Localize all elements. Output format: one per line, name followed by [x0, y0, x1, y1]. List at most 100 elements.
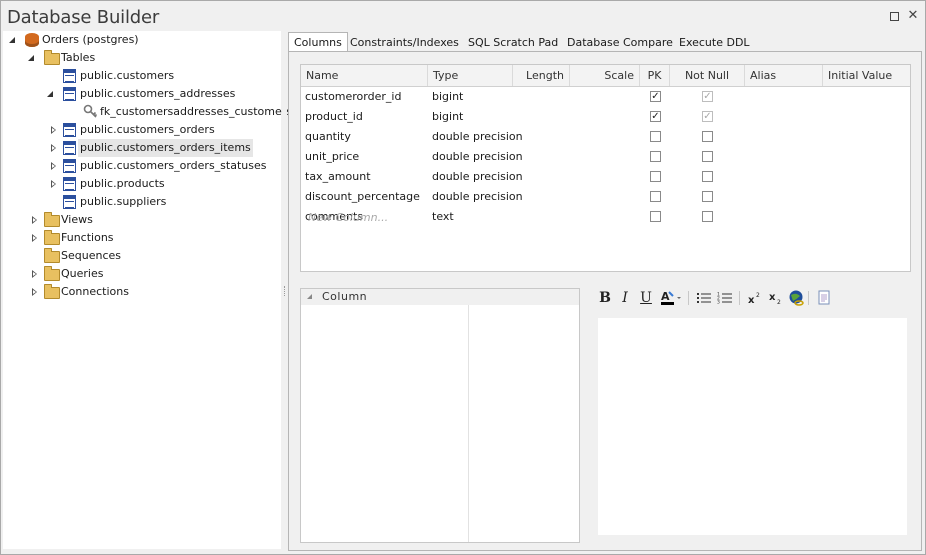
column-name-cell[interactable]: customerorder_id	[301, 87, 401, 107]
subscript-icon[interactable]: x2	[767, 289, 785, 307]
bullet-list-icon[interactable]	[695, 289, 713, 307]
column-type-cell[interactable]: double precision	[428, 187, 523, 207]
italic-icon[interactable]: I	[616, 289, 634, 307]
svg-text:2: 2	[756, 292, 760, 299]
new-column-placeholder[interactable]: New Column...	[308, 211, 388, 224]
column-properties-panel: Column	[300, 288, 580, 543]
column-type-cell[interactable]: bigint	[428, 107, 463, 127]
notes-text-area[interactable]	[598, 318, 907, 535]
bold-icon[interactable]: B	[596, 289, 614, 307]
numbered-list-icon[interactable]: 123	[716, 289, 734, 307]
tree-table-label: public.customers_orders_items	[78, 139, 253, 157]
superscript-icon[interactable]: x2	[746, 289, 764, 307]
not-null-checkbox[interactable]	[702, 191, 713, 202]
expand-icon[interactable]	[51, 144, 56, 152]
not-null-checkbox[interactable]: ✓	[702, 91, 713, 102]
columns-grid[interactable]: Name Type Length Scale PK Not Null Alias…	[300, 64, 911, 272]
pk-checkbox[interactable]: ✓	[650, 91, 661, 102]
column-name-cell[interactable]: quantity	[301, 127, 351, 147]
tab-columns[interactable]: Columns	[288, 32, 348, 53]
column-name-cell[interactable]: discount_percentage	[301, 187, 420, 207]
tree-table-label: public.products	[80, 177, 165, 190]
document-icon[interactable]	[815, 289, 833, 307]
col-header-length[interactable]: Length	[513, 65, 570, 86]
table-row[interactable]: unit_price double precision	[301, 147, 910, 167]
tab-execute-ddl[interactable]: Execute DDL	[674, 33, 755, 52]
col-header-alias[interactable]: Alias	[745, 65, 823, 86]
folder-icon	[44, 50, 60, 65]
not-null-checkbox[interactable]	[702, 131, 713, 142]
hyperlink-icon[interactable]	[787, 289, 805, 307]
right-panel: Columns Constraints/Indexes SQL Scratch …	[288, 31, 922, 551]
table-row[interactable]: discount_percentage double precision	[301, 187, 910, 207]
pk-checkbox[interactable]	[650, 211, 661, 222]
properties-section-title: Column	[322, 290, 368, 303]
table-icon	[63, 195, 76, 209]
not-null-checkbox[interactable]: ✓	[702, 111, 713, 122]
table-row[interactable]: tax_amount double precision	[301, 167, 910, 187]
column-name-cell[interactable]: unit_price	[301, 147, 359, 167]
column-type-cell[interactable]: double precision	[428, 167, 523, 187]
tab-sql-scratch-pad[interactable]: SQL Scratch Pad	[463, 33, 563, 52]
col-header-type[interactable]: Type	[428, 65, 513, 86]
expand-icon[interactable]	[51, 126, 56, 134]
folder-icon	[44, 248, 60, 263]
column-type-cell[interactable]: text	[428, 207, 454, 227]
col-header-name[interactable]: Name	[301, 65, 428, 86]
underline-icon[interactable]: U	[637, 289, 655, 307]
pk-checkbox[interactable]	[650, 131, 661, 142]
table-icon	[63, 177, 76, 191]
column-type-cell[interactable]: bigint	[428, 87, 463, 107]
column-name-cell[interactable]: product_id	[301, 107, 363, 127]
col-header-pk[interactable]: PK	[640, 65, 670, 86]
key-icon	[83, 104, 98, 118]
folder-icon	[44, 212, 60, 227]
database-tree[interactable]: Orders (postgres) Tables public.customer…	[3, 31, 292, 549]
properties-divider	[468, 305, 469, 542]
expand-icon[interactable]	[32, 216, 37, 224]
collapse-icon[interactable]	[307, 294, 312, 299]
splitter-grip[interactable]	[284, 286, 286, 296]
column-type-cell[interactable]: double precision	[428, 127, 523, 147]
not-null-checkbox[interactable]	[702, 211, 713, 222]
table-row[interactable]: quantity double precision	[301, 127, 910, 147]
svg-text:2: 2	[777, 299, 781, 306]
close-icon[interactable]: ✕	[907, 9, 919, 22]
tree-folder-label: Tables	[61, 51, 96, 64]
expand-icon[interactable]	[51, 180, 56, 188]
pk-checkbox[interactable]	[650, 171, 661, 182]
pk-checkbox[interactable]	[650, 191, 661, 202]
toolbar-separator	[808, 291, 809, 305]
not-null-checkbox[interactable]	[702, 151, 713, 162]
restore-icon[interactable]	[888, 10, 900, 22]
tree-folder-label: Connections	[61, 285, 129, 298]
tab-constraints-indexes[interactable]: Constraints/Indexes	[345, 33, 464, 52]
col-header-initial-value[interactable]: Initial Value	[823, 65, 910, 86]
text-color-icon[interactable]: A	[660, 289, 684, 307]
expand-icon[interactable]	[32, 288, 37, 296]
collapse-icon[interactable]	[9, 37, 15, 43]
table-icon	[63, 141, 76, 155]
not-null-checkbox[interactable]	[702, 171, 713, 182]
tab-database-compare[interactable]: Database Compare	[562, 33, 678, 52]
collapse-icon[interactable]	[28, 55, 34, 61]
collapse-icon[interactable]	[47, 91, 53, 97]
properties-header[interactable]: Column	[301, 289, 579, 305]
expand-icon[interactable]	[32, 234, 37, 242]
col-header-scale[interactable]: Scale	[570, 65, 640, 86]
table-row[interactable]: comments text	[301, 207, 910, 227]
table-row[interactable]: customerorder_id bigint ✓ ✓	[301, 87, 910, 107]
tree-table-label: public.customers_orders	[80, 123, 215, 136]
grid-header: Name Type Length Scale PK Not Null Alias…	[301, 65, 910, 87]
column-type-cell[interactable]: double precision	[428, 147, 523, 167]
pk-checkbox[interactable]: ✓	[650, 111, 661, 122]
column-name-cell[interactable]: tax_amount	[301, 167, 371, 187]
table-row[interactable]: product_id bigint ✓ ✓	[301, 107, 910, 127]
pk-checkbox[interactable]	[650, 151, 661, 162]
col-header-not-null[interactable]: Not Null	[670, 65, 745, 86]
expand-icon[interactable]	[32, 270, 37, 278]
folder-icon	[44, 284, 60, 299]
svg-text:x: x	[748, 295, 755, 306]
tree-root-label: Orders (postgres)	[42, 33, 139, 46]
expand-icon[interactable]	[51, 162, 56, 170]
